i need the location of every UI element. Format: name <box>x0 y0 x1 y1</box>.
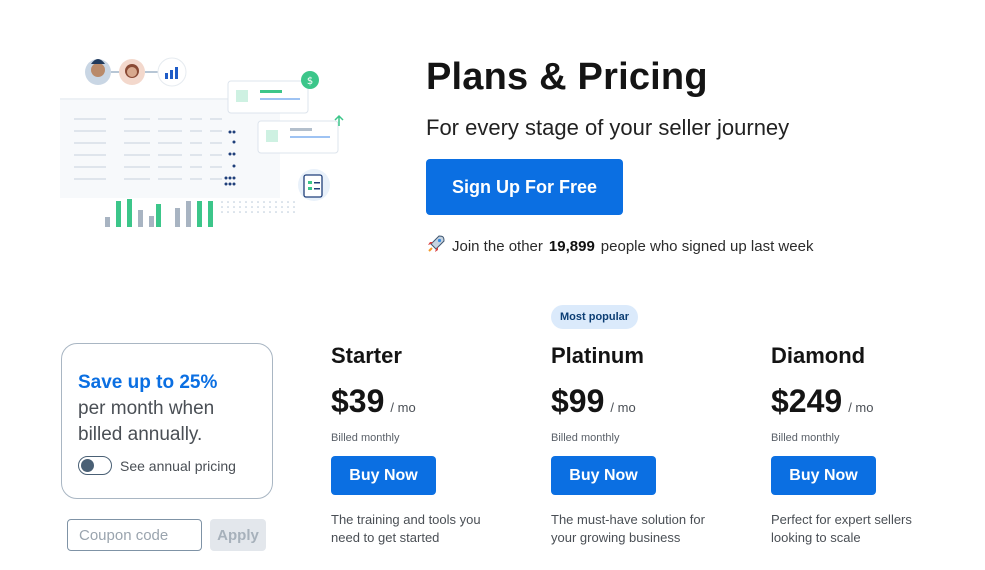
join-prefix: Join the other <box>452 237 543 255</box>
join-suffix: people who signed up last week <box>600 237 814 255</box>
hero-illustration: $ <box>60 57 344 227</box>
billing-cycle: Billed monthly <box>771 432 840 444</box>
plan-name: Diamond <box>771 343 866 368</box>
page-title: Plans & Pricing <box>426 56 708 98</box>
plan-price: $249 <box>771 383 843 419</box>
sign-up-button[interactable]: Sign Up For Free <box>426 159 623 215</box>
plan-description: The training and tools you need to get s… <box>331 512 481 545</box>
buy-now-button-diamond[interactable]: Buy Now <box>771 456 876 495</box>
price-period: / mo <box>610 400 636 415</box>
price-period: / mo <box>848 400 874 415</box>
annual-savings-box: Save up to 25% per month when billed ann… <box>61 343 273 499</box>
page-subtitle: For every stage of your seller journey <box>426 115 790 140</box>
plan-price: $99 <box>551 383 605 419</box>
buy-now-button-platinum[interactable]: Buy Now <box>551 456 656 495</box>
toggle-knob <box>81 459 94 472</box>
billing-cycle: Billed monthly <box>551 432 620 444</box>
price-row: $39 / mo <box>331 383 531 420</box>
annual-toggle-row: See annual pricing <box>78 456 256 475</box>
most-popular-badge: Most popular <box>551 305 639 329</box>
plan-price: $39 <box>331 383 385 419</box>
plan-name: Starter <box>331 343 402 368</box>
plan-card-starter: Starter $39 / mo Billed monthly Buy Now … <box>331 343 531 547</box>
savings-description: per month when billed annually. <box>78 398 215 445</box>
price-row: $99 / mo <box>551 383 751 420</box>
plan-card-platinum: Platinum $99 / mo Billed monthly Buy Now… <box>551 343 751 547</box>
rocket-icon <box>426 234 446 258</box>
plan-description: Perfect for expert sellers looking to sc… <box>771 512 912 545</box>
buy-now-button-starter[interactable]: Buy Now <box>331 456 436 495</box>
price-row: $249 / mo <box>771 383 971 420</box>
signup-count: 19,899 <box>548 237 595 255</box>
price-period: / mo <box>390 400 416 415</box>
savings-highlight: Save up to 25% <box>78 372 218 393</box>
annual-pricing-toggle[interactable] <box>78 456 112 475</box>
plan-name: Platinum <box>551 343 644 368</box>
coupon-code-input[interactable] <box>67 519 202 551</box>
social-proof-line: Join the other 19,899 people who signed … <box>426 234 813 258</box>
apply-coupon-button[interactable]: Apply <box>210 519 266 551</box>
plan-description: The must-have solution for your growing … <box>551 512 705 545</box>
annual-pricing-label: See annual pricing <box>120 457 236 474</box>
billing-cycle: Billed monthly <box>331 432 400 444</box>
plan-card-diamond: Diamond $249 / mo Billed monthly Buy Now… <box>771 343 971 547</box>
svg-text:$: $ <box>307 76 313 87</box>
